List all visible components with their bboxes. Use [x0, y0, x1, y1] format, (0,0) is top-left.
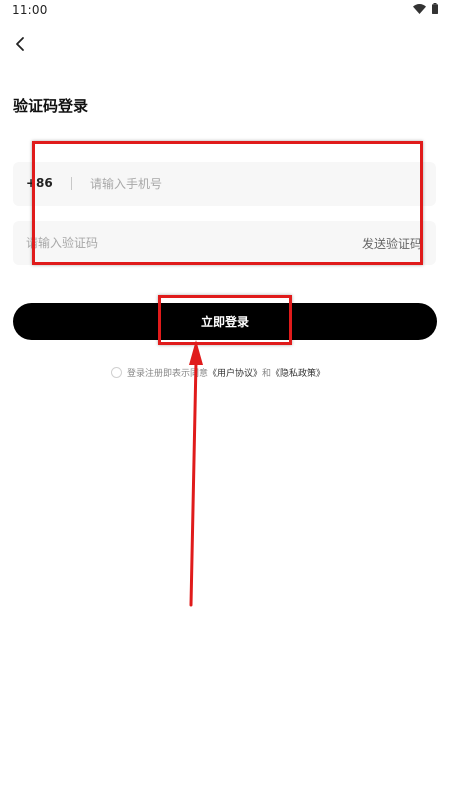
phone-field-row: +86 [13, 162, 436, 206]
chevron-left-icon [14, 36, 26, 56]
send-code-button[interactable]: 发送验证码 [362, 235, 422, 252]
login-screen: 11:00 验证码登录 +86 请输入手机号 请输入验证码 发送验证码 立即登录… [0, 0, 450, 800]
code-input[interactable] [26, 234, 326, 252]
agreement: 登录注册即表示同意 《用户协议》 和 《隐私政策》 [111, 366, 325, 379]
back-button[interactable] [8, 34, 32, 58]
code-field-row: 发送验证码 [13, 221, 436, 265]
country-code[interactable]: +86 [26, 176, 53, 190]
divider [71, 177, 72, 190]
agree-checkbox[interactable] [111, 367, 122, 378]
status-icons [413, 3, 438, 14]
status-bar: 11:00 [0, 0, 450, 20]
agreement-prefix: 登录注册即表示同意 [127, 369, 209, 379]
user-agreement-link[interactable]: 《用户协议》 [208, 366, 262, 379]
annotation-arrow [189, 340, 203, 607]
wifi-icon [413, 3, 426, 14]
privacy-policy-link[interactable]: 《隐私政策》 [271, 366, 325, 379]
phone-input[interactable] [90, 175, 410, 193]
page-title: 验证码登录 [13, 97, 89, 115]
agreement-and: 和 [262, 369, 272, 379]
status-time: 11:00 [12, 3, 48, 17]
battery-icon [432, 3, 438, 14]
login-button[interactable]: 立即登录 [13, 303, 437, 340]
